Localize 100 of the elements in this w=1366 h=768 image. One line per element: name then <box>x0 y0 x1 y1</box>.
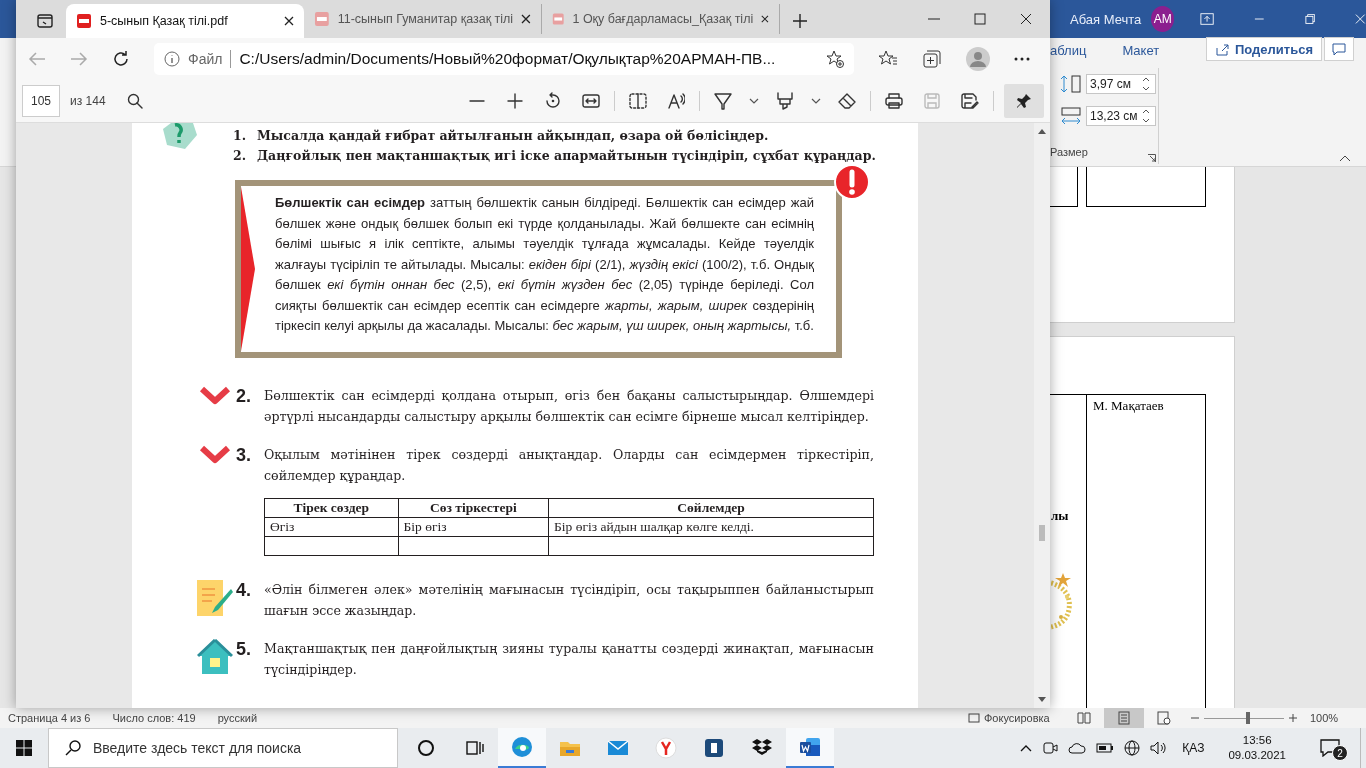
ribbon-display-icon[interactable] <box>1200 12 1215 26</box>
ribbon-tab[interactable]: Макет <box>1122 42 1160 58</box>
maximize-icon[interactable] <box>974 13 986 25</box>
page-icon <box>1118 711 1130 725</box>
browser-tab[interactable]: 11-сынып Гуманитар қазақ тілі <box>304 4 542 34</box>
rotate-icon[interactable] <box>544 92 562 110</box>
collapse-ribbon-icon[interactable] <box>1339 154 1351 162</box>
highlight-icon[interactable] <box>776 92 794 110</box>
close-tab-icon[interactable] <box>761 14 769 24</box>
pdf-file-icon <box>552 11 565 27</box>
list-number: 2. <box>233 147 247 165</box>
language-status: русский <box>217 712 258 724</box>
save-as-icon[interactable] <box>961 93 979 109</box>
word-app-button[interactable] <box>786 728 834 768</box>
table-cell: лы <box>1051 508 1069 524</box>
comment-icon <box>1332 43 1346 55</box>
house-icon <box>197 639 233 675</box>
height-field[interactable]: 3,97 см <box>1086 74 1156 94</box>
collections-icon[interactable] <box>922 49 942 69</box>
page-view-icon[interactable] <box>629 93 647 109</box>
ribbon-tab[interactable]: аблиц <box>1050 42 1087 58</box>
page-total: из 144 <box>70 94 106 108</box>
list-number: 1. <box>233 127 247 145</box>
task-number: 3. <box>236 445 252 465</box>
group-label: Размер <box>1050 146 1088 158</box>
read-aloud-icon[interactable] <box>667 92 685 110</box>
tab-actions-icon[interactable] <box>37 13 53 29</box>
browser-tab[interactable]: 5-сынып Қазақ тілі.pdf <box>66 4 304 38</box>
new-tab-icon[interactable] <box>793 14 807 28</box>
task-text: Мақтаншақтық пен даңғойлықтың зияны туралы қанатты сөздерді жинақтап, мағынасын түсіндіріңдер. <box>264 640 874 679</box>
table-cell: Бір өгіз айдын шалқар көлге келді. <box>548 517 874 537</box>
web-page-icon <box>1157 711 1171 725</box>
focus-mode[interactable]: Фокусировка <box>968 712 1050 724</box>
notification-count: 2 <box>1332 745 1348 761</box>
scrollbar-thumb[interactable] <box>1039 525 1045 541</box>
fit-width-icon[interactable] <box>582 94 600 108</box>
search-icon[interactable] <box>126 93 143 109</box>
user-avatar[interactable]: AM <box>1151 6 1175 32</box>
caret-icon[interactable] <box>811 98 821 104</box>
note-pen-icon <box>197 580 233 618</box>
marker-icon <box>241 187 255 351</box>
table-cell: Бір өгіз <box>398 517 549 537</box>
volume-icon[interactable] <box>1150 741 1167 755</box>
task-text: Оқылым мәтінінен тірек сөздерді анықтаңдар. Оларды сан есімдермен тіркестіріп, сөйлемдер құраңдар. <box>264 446 874 485</box>
question-text: Даңғойлық пен мақтаншақтық игі іске апармайтынын түсіндіріп, сұхбат құраңдар. <box>257 147 876 165</box>
height-icon <box>1060 74 1082 94</box>
refresh-icon[interactable] <box>112 50 130 68</box>
more-icon[interactable] <box>1014 57 1030 61</box>
show-hidden-icons-icon[interactable] <box>1020 744 1033 752</box>
meet-now-icon[interactable] <box>1042 740 1059 756</box>
dialog-launcher-icon[interactable] <box>1148 154 1156 162</box>
battery-icon[interactable] <box>1096 743 1115 753</box>
task-text: Бөлшектік сан есімдерді қолдана отырып, өгіз бен бақаны салыстырыңдар. Өлшемдері әртүрлі нысандарды салыстыру арқылы бөлшектік сан есімге бірнеше мысал келтіріңдер. <box>264 387 874 426</box>
zoom-level[interactable]: 100% <box>1310 712 1339 724</box>
question-text: Мысалда қандай ғибрат айтылғанын айқындап, өзара ой бөлісіңдер. <box>257 127 769 145</box>
eraser-icon[interactable] <box>838 93 856 109</box>
book-icon <box>1077 712 1091 724</box>
word-app-icon <box>798 735 822 759</box>
windows-logo-icon <box>16 740 32 756</box>
task-text: «Әлін білмеген әлек» мәтелінің мағынасын түсіндіріп, осы тақырыппен байланыстырып шағын эссе жазыңдар. <box>264 581 874 620</box>
draw-icon[interactable] <box>714 92 732 110</box>
zoom-in-icon[interactable] <box>507 93 523 109</box>
close-tab-icon[interactable] <box>284 16 294 26</box>
address-bar[interactable]: Файл C:/Users/admin/Documents/Новый%20формат/Оқулықтар%20АРМАН-ПВ... <box>154 43 854 75</box>
close-tab-icon[interactable] <box>521 14 531 24</box>
warning-icon <box>834 164 870 200</box>
favorites-icon[interactable] <box>878 50 898 68</box>
spin-icon <box>1140 109 1152 123</box>
page-number-field[interactable]: 105 <box>22 85 60 117</box>
scroll-up-icon[interactable] <box>1038 129 1046 134</box>
search-icon <box>65 740 81 756</box>
caret-icon[interactable] <box>749 98 759 104</box>
share-button[interactable]: Поделиться <box>1206 37 1323 61</box>
pin-icon <box>1016 93 1032 109</box>
print-icon[interactable] <box>885 93 903 109</box>
width-field[interactable]: 13,23 см <box>1086 106 1156 126</box>
clock[interactable]: 13:56 09.03.2021 <box>1228 733 1286 763</box>
browser-tab[interactable]: 1 Оқу бағдарламасы_Қазақ тілі <box>542 4 780 34</box>
cloud-icon[interactable] <box>1068 742 1087 754</box>
restore-icon[interactable] <box>1304 13 1316 25</box>
pdf-file-icon <box>314 11 330 27</box>
page-count: Страница 4 из 6 <box>8 712 91 724</box>
column-header: Сөйлемдер <box>548 498 874 518</box>
add-favorite-icon[interactable] <box>826 50 844 68</box>
browser-button[interactable] <box>498 728 546 768</box>
zoom-in-icon[interactable] <box>1288 713 1298 723</box>
column-header: Сөз тіркестері <box>398 498 549 518</box>
chevron-down-icon <box>199 445 231 465</box>
word-count: Число слов: 419 <box>112 712 196 724</box>
scroll-down-icon[interactable] <box>1038 697 1046 702</box>
profile-avatar-icon[interactable] <box>966 47 990 71</box>
close-icon[interactable] <box>1020 13 1032 25</box>
question-icon <box>163 123 197 151</box>
pin-toolbar-button[interactable] <box>1004 84 1044 118</box>
chevron-down-icon <box>199 386 231 406</box>
input-language[interactable]: ҚАЗ <box>1182 741 1205 755</box>
info-icon <box>164 51 180 67</box>
search-field[interactable]: Введите здесь текст для поиска <box>48 728 398 768</box>
table-cell: Өгіз <box>264 517 399 537</box>
globe-icon[interactable] <box>1124 740 1141 756</box>
